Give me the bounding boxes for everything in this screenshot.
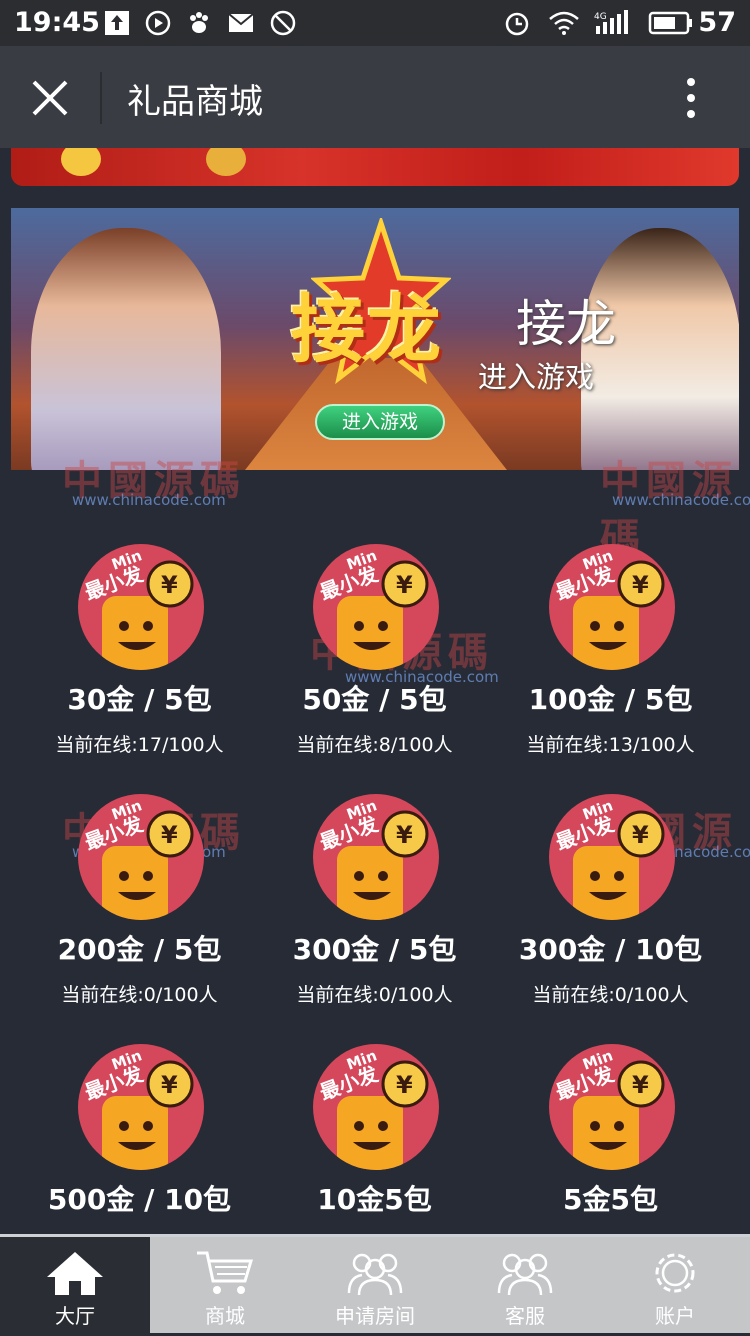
min-send-badge-icon: Min 最小发 ¥ [78,794,204,920]
min-send-badge-icon: Min 最小发 ¥ [549,1044,675,1170]
svg-text:4G: 4G [594,12,607,22]
signal-icon: 4G [594,10,628,34]
room-card[interactable]: Min 最小发 ¥100金 / 5包 当前在线:13/100人 [493,492,728,756]
gear-icon [655,1253,695,1293]
gold-ingot-image [206,148,246,176]
room-name: 100金 / 5包 [528,683,693,716]
room-card[interactable]: Min 最小发 ¥ 10金5包 [257,992,492,1232]
alarm-icon [505,12,529,36]
status-bar: 19:45 4G 57 [0,0,750,46]
battery-icon [648,11,692,35]
cart-icon [197,1251,254,1294]
left-character-image [31,228,221,470]
tab-label: 账户 [655,1304,695,1328]
svg-text:¥: ¥ [396,821,413,849]
title-bar: 礼品商城 [0,46,750,148]
room-name: 500金 / 10包 [47,1183,232,1216]
svg-text:¥: ¥ [161,571,178,599]
min-send-badge-icon: Min 最小发 ¥ [549,794,675,920]
min-send-badge-icon: Min 最小发 ¥ [313,794,439,920]
page-title: 礼品商城 [127,82,263,122]
enter-game-button[interactable]: 进入游戏 [315,404,445,440]
tab-apply-room[interactable]: 申请房间 [300,1237,450,1336]
room-name: 300金 / 10包 [518,933,703,966]
mail-icon [228,13,254,32]
room-name: 200金 / 5包 [57,933,222,966]
room-name: 50金 / 5包 [302,683,447,716]
room-card[interactable]: Min 最小发 ¥300金 / 10包 当前在线:0/100人 [493,742,728,1006]
tab-hall[interactable]: 大厅 [0,1237,150,1336]
support-icon [497,1253,553,1296]
room-name: 300金 / 5包 [292,933,457,966]
tab-support[interactable]: 客服 [450,1237,600,1336]
play-icon [145,10,171,36]
room-card[interactable]: Min 最小发 ¥300金 / 5包 当前在线:0/100人 [257,742,492,1006]
tab-label: 大厅 [55,1304,95,1328]
room-card[interactable]: Min 最小发 ¥ 5金5包 [493,992,728,1232]
room-name: 30金 / 5包 [67,683,212,716]
tab-label: 申请房间 [335,1304,415,1328]
gold-coin-image [61,148,101,176]
more-menu-icon[interactable] [678,76,704,120]
group-icon [347,1253,403,1296]
banner-title: 接龙 [516,295,616,353]
status-time: 19:45 [14,7,100,38]
room-card[interactable]: Min 最小发 ¥ 500金 / 10包 [22,992,257,1232]
room-card[interactable]: Min 最小发 ¥200金 / 5包 当前在线:0/100人 [22,742,257,1006]
svg-text:¥: ¥ [632,571,649,599]
home-icon [47,1252,103,1295]
game-banner[interactable]: 接龙 进入游戏 接龙 进入游戏 [11,208,739,470]
svg-text:¥: ¥ [632,821,649,849]
baidu-paw-icon [190,12,208,33]
room-name: 5金5包 [563,1183,658,1216]
upload-icon [105,11,129,35]
tab-label: 商城 [205,1304,245,1328]
min-send-badge-icon: Min 最小发 ¥ [549,544,675,670]
svg-text:¥: ¥ [632,1071,649,1099]
bottom-tab-bar: 大厅 商城 申请房间 客服 账户 [0,1234,750,1336]
close-icon[interactable] [30,78,70,118]
top-promo-banner[interactable] [11,148,739,186]
room-card[interactable]: Min 最小发 ¥30金 / 5包 当前在线:17/100人 [22,492,257,756]
tab-shop[interactable]: 商城 [150,1237,300,1336]
banner-logo-text: 接龙 [291,287,443,373]
svg-text:¥: ¥ [396,571,413,599]
min-send-badge-icon: Min 最小发 ¥ [78,544,204,670]
room-name: 10金5包 [317,1183,432,1216]
svg-text:¥: ¥ [161,1071,178,1099]
wifi-icon [549,11,579,35]
tab-account[interactable]: 账户 [600,1237,750,1336]
min-send-badge-icon: Min 最小发 ¥ [313,544,439,670]
svg-text:¥: ¥ [161,821,178,849]
title-divider [100,72,102,124]
banner-subtitle: 进入游戏 [478,360,595,394]
battery-level: 57 [698,7,736,38]
block-icon [270,10,296,36]
tab-label: 客服 [505,1304,545,1328]
room-card[interactable]: Min 最小发 ¥50金 / 5包 当前在线:8/100人 [257,492,492,756]
min-send-badge-icon: Min 最小发 ¥ [313,1044,439,1170]
svg-text:¥: ¥ [396,1071,413,1099]
min-send-badge-icon: Min 最小发 ¥ [78,1044,204,1170]
room-grid: Min 最小发 ¥30金 / 5包 当前在线:17/100人 Min 最小发 ¥50金 /… [11,492,739,1232]
